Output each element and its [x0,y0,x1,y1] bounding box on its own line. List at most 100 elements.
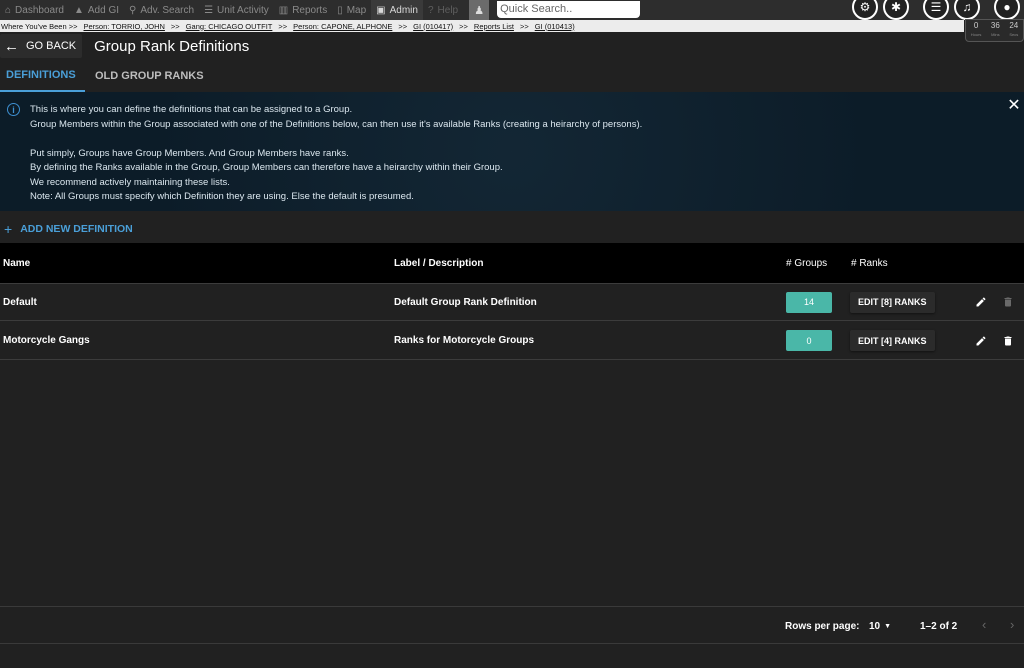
edit-ranks-button[interactable]: EDIT [4] RANKS [850,330,935,351]
breadcrumb-separator: >> [170,21,180,31]
chart-icon: ▥ [278,4,289,16]
breadcrumb-prefix: Where You've Been >> [1,21,78,31]
pencil-icon[interactable] [974,295,988,309]
user-menu-button[interactable]: ● [994,0,1020,20]
timer-hours: 0 Hours [971,21,982,41]
ranks-cell: EDIT [8] RANKS [850,284,935,320]
breadcrumb-separator: >> [459,21,468,31]
timer-mins: 36 Mins [991,21,1000,41]
nav-help[interactable]: ? Help [423,0,463,20]
pencil-icon[interactable] [974,334,988,348]
row-name: Motorcycle Gangs [3,335,90,346]
trash-icon[interactable] [1001,334,1015,348]
nav-label: Reports [292,4,328,16]
map-icon: ▯ [337,4,343,16]
person-search-button[interactable]: ♟ [469,0,490,20]
arrow-left-icon: ← [4,37,19,55]
lock-icon: ▣ [376,4,386,16]
nav-label: Adv. Search [140,4,195,16]
row-name: Default [3,296,37,308]
top-navigation: ⌂ Dashboard ▲ Add GI ⚲ Adv. Search ☰ Uni… [0,0,1024,20]
list-icon: ☰ [204,4,214,16]
settings-button[interactable]: ⚙ [852,0,878,20]
nav-admin[interactable]: ▣ Admin [371,0,423,20]
bug-report-button[interactable]: ✱ [883,0,909,20]
delete-action [1001,322,1015,359]
column-header-groups[interactable]: # Groups [786,243,827,283]
notifications-button[interactable]: ♫ [954,0,980,20]
page-header: ← GO BACK Group Rank Definitions [0,34,249,58]
search-icon: ⚲ [129,4,137,16]
rows-per-page-value: 10 [869,621,881,632]
table-header: Name Label / Description # Groups # Rank… [0,243,1024,283]
info-text: This is where you can define the definit… [30,104,353,115]
table-pagination: Rows per page: 10 ▼ 1–2 of 2 ‹ › [0,606,1024,644]
bug-icon: ✱ [890,0,902,14]
breadcrumb-link[interactable]: GI (010413) [535,22,575,31]
nav-map[interactable]: ▯ Map [332,0,371,20]
add-icon: ▲ [73,4,84,16]
close-icon[interactable]: ✕ [1006,97,1022,114]
list-icon: ☰ [930,0,942,14]
go-back-button[interactable]: ← GO BACK [0,34,83,58]
plus-icon: + [4,221,13,237]
info-icon: i [7,103,20,116]
groups-count-badge[interactable]: 14 [786,291,832,313]
delete-action [1001,284,1015,320]
nav-add-gi[interactable]: ▲ Add GI [69,0,124,20]
breadcrumb-link[interactable]: Gang: CHICAGO OUTFIT [186,22,273,31]
nav-unit-activity[interactable]: ☰ Unit Activity [199,0,274,20]
nav-label: Unit Activity [217,4,269,16]
breadcrumb-link[interactable]: Person: CAPONE, ALPHONE [293,22,392,31]
tab-definitions[interactable]: DEFINITIONS [0,60,85,92]
chevron-right-icon[interactable]: › [1010,617,1014,632]
timer-secs: 24 Secs [1009,21,1018,41]
column-header-label[interactable]: Label / Description [394,243,483,283]
breadcrumb: Where You've Been >> Person: TORRIO, JOH… [0,20,964,32]
ranks-cell: EDIT [4] RANKS [850,322,935,359]
timer-value: 36 [990,21,1000,30]
breadcrumb-link[interactable]: Person: TORRIO, JOHN [84,22,165,31]
rows-per-page-select[interactable]: 10 ▼ [869,621,891,632]
breadcrumb-link[interactable]: GI (010417) [413,22,453,31]
gear-icon: ⚙ [859,0,871,14]
person-icon: ♟ [474,4,485,17]
nav-adv-search[interactable]: ⚲ Adv. Search [124,0,199,20]
add-new-label: ADD NEW DEFINITION [20,223,133,235]
nav-label: Add GI [87,4,120,16]
trash-icon[interactable] [1001,295,1015,309]
quick-search-input[interactable] [497,0,641,18]
groups-cell: 14 [786,284,832,320]
bell-icon: ♫ [962,0,972,14]
nav-dashboard[interactable]: ⌂ Dashboard [0,0,69,20]
timer-label: Secs [1009,32,1019,37]
tab-bar: DEFINITIONS OLD GROUP RANKS [0,60,210,92]
page-title: Group Rank Definitions [94,37,250,55]
caret-down-icon: ▼ [884,623,892,630]
groups-count-badge[interactable]: 0 [786,330,832,351]
tab-old-group-ranks[interactable]: OLD GROUP RANKS [89,60,210,92]
info-text: By defining the Ranks available in the G… [30,162,503,173]
nav-label: Help [437,4,459,16]
breadcrumb-link[interactable]: Reports List [474,22,514,31]
breadcrumb-separator: >> [278,21,288,31]
column-header-ranks[interactable]: # Ranks [851,243,888,283]
chevron-left-icon[interactable]: ‹ [982,617,986,632]
add-new-definition-button[interactable]: + ADD NEW DEFINITION [4,221,133,237]
timer-label: Hours [970,32,982,37]
table-row: Default Default Group Rank Definition 14… [0,283,1024,321]
nav-reports[interactable]: ▥ Reports [274,0,332,20]
table-row: Motorcycle Gangs Ranks for Motorcycle Gr… [0,322,1024,360]
breadcrumb-separator: >> [519,21,529,31]
help-icon: ? [427,4,434,16]
info-text: Put simply, Groups have Group Members. A… [30,147,349,159]
info-text: We recommend actively maintaining these … [30,176,230,188]
nav-label: Dashboard [15,4,64,16]
info-banner: i ✕ This is where you can define the def… [0,92,1024,211]
edit-ranks-button[interactable]: EDIT [8] RANKS [850,291,935,313]
edit-action [974,284,988,320]
notes-button[interactable]: ☰ [923,0,949,20]
timer-label: Mins [991,32,1000,37]
rows-per-page-label: Rows per page: [785,621,860,632]
column-header-name[interactable]: Name [3,243,30,283]
